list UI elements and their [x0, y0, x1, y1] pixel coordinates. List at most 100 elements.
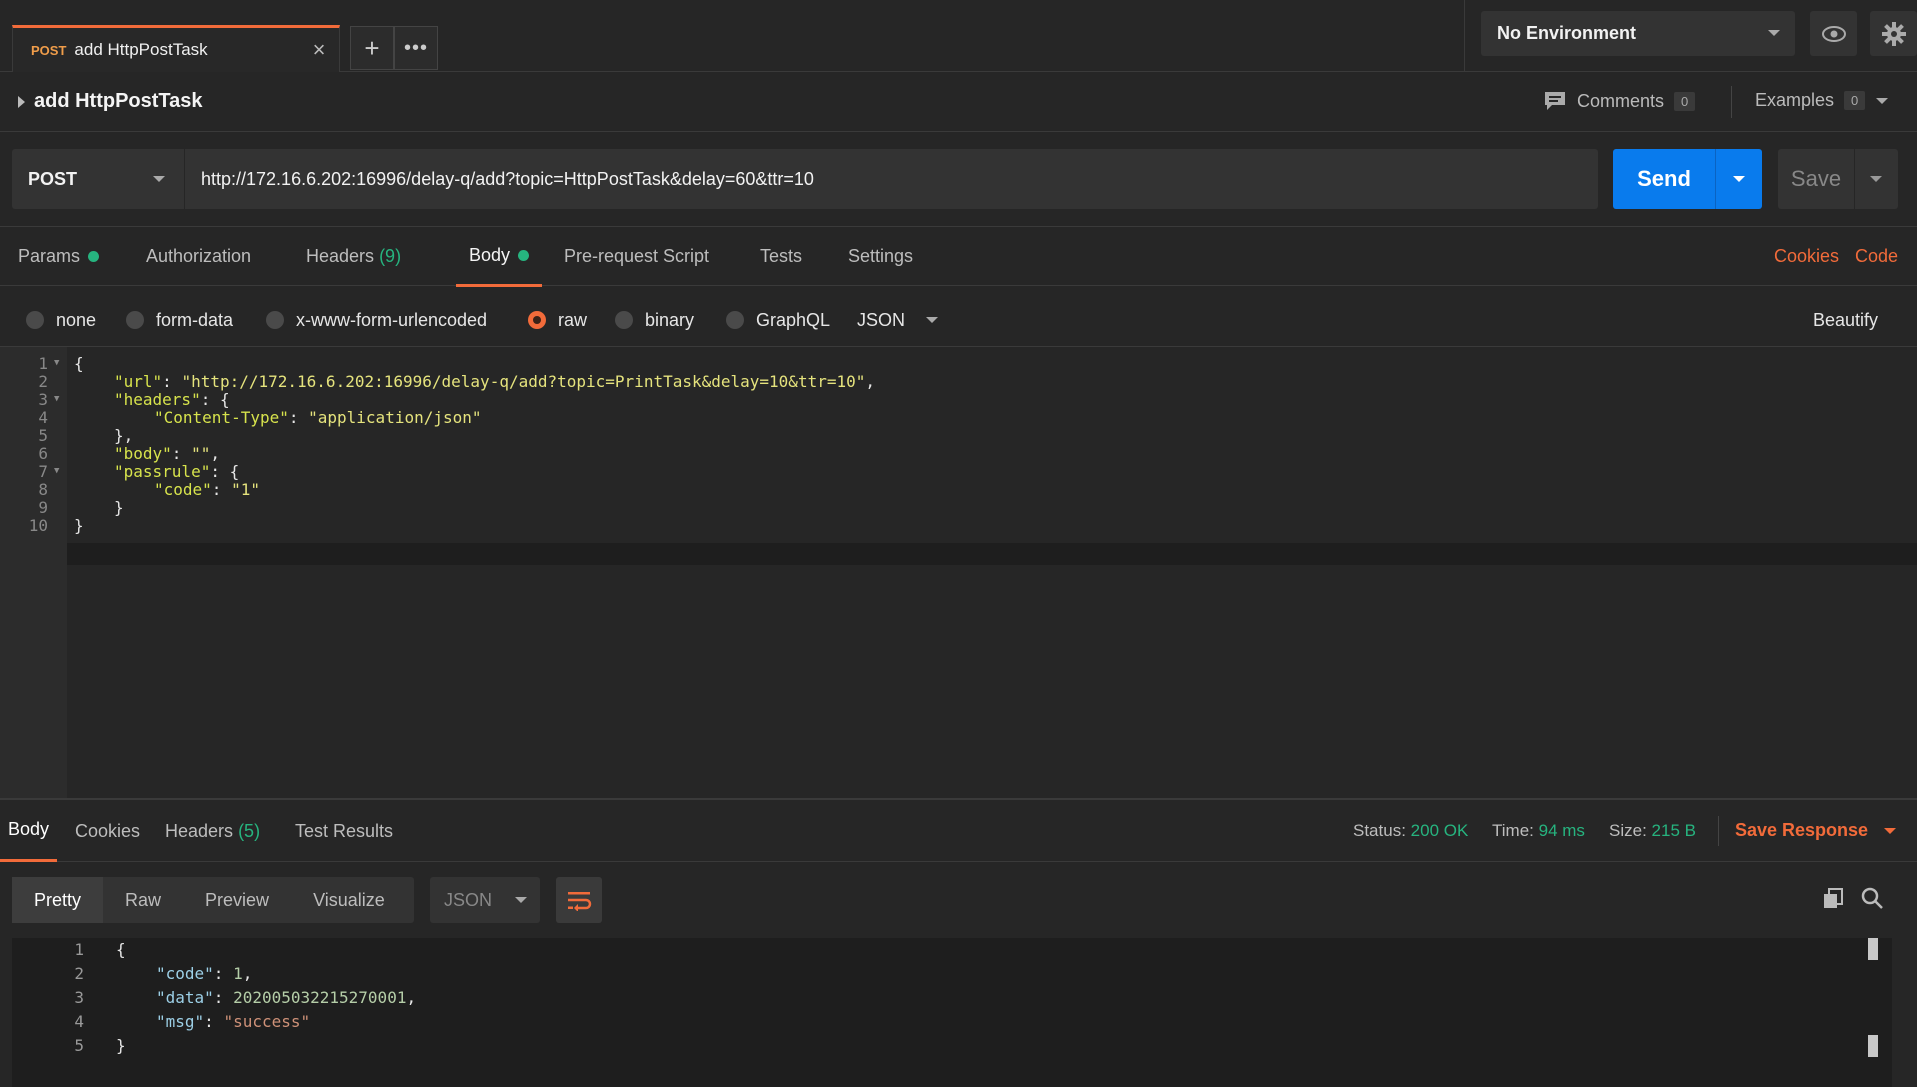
- view-visualize-button[interactable]: Visualize: [291, 877, 407, 923]
- request-tab[interactable]: POST add HttpPostTask ×: [12, 25, 340, 72]
- tab-authorization-label: Authorization: [146, 246, 252, 266]
- body-mode-form-data[interactable]: form-data: [126, 306, 233, 334]
- time-info: Time: 94 ms: [1492, 821, 1585, 841]
- response-body-viewer[interactable]: 1 {2 "code": 1, 3 "data": 202005032215270001…: [12, 938, 1892, 1087]
- line-number: 9: [38, 498, 48, 517]
- examples-label: Examples: [1755, 90, 1835, 110]
- status-info: Status: 200 OK: [1353, 821, 1468, 841]
- response-tab-headers[interactable]: Headers (5): [165, 800, 260, 862]
- tab-body[interactable]: Body: [456, 227, 543, 287]
- code-line: "body": "",: [114, 444, 220, 463]
- more-tabs-button[interactable]: •••: [394, 26, 438, 70]
- json-key: "code": [156, 964, 214, 983]
- response-tab-cookies[interactable]: Cookies: [75, 800, 140, 862]
- body-mode-graphql[interactable]: GraphQL: [726, 306, 830, 334]
- tab-body-label: Body: [469, 245, 511, 265]
- size-info: Size: 215 B: [1609, 821, 1696, 841]
- json-key: "headers": [114, 390, 201, 409]
- comments-label: Comments: [1577, 90, 1665, 111]
- tab-method: POST: [31, 42, 67, 58]
- raw-format-select[interactable]: JSON: [857, 306, 939, 334]
- tab-tests-label: Tests: [760, 246, 803, 266]
- tab-headers[interactable]: Headers (9): [306, 227, 401, 286]
- response-tab-headers-label: Headers: [165, 820, 234, 841]
- code-text: },: [114, 426, 134, 445]
- divider: [1731, 86, 1732, 118]
- code-line: }: [74, 516, 84, 535]
- json-punct: ,: [865, 372, 876, 391]
- status-value: 200 OK: [1410, 821, 1469, 840]
- copy-icon[interactable]: [1822, 887, 1844, 914]
- response-header-row: Body Cookies Headers (5) Test Results St…: [0, 798, 1917, 862]
- body-mode-raw[interactable]: raw: [528, 306, 587, 334]
- code-text: }: [74, 516, 84, 535]
- view-preview-button[interactable]: Preview: [183, 877, 291, 923]
- manage-environments-button[interactable]: [1870, 11, 1917, 56]
- request-title[interactable]: add HttpPostTask: [34, 90, 203, 113]
- response-tab-test-results[interactable]: Test Results: [295, 800, 393, 862]
- method-value: POST: [28, 168, 78, 189]
- response-format-select[interactable]: JSON: [430, 877, 540, 923]
- view-raw-button[interactable]: Raw: [103, 877, 183, 923]
- tab-tests[interactable]: Tests: [760, 227, 802, 286]
- save-response-button[interactable]: Save Response: [1735, 820, 1897, 841]
- examples-button[interactable]: Examples 0: [1755, 90, 1889, 111]
- view-pretty-button[interactable]: Pretty: [12, 877, 104, 923]
- radio-icon: [266, 311, 284, 329]
- url-value: http://172.16.6.202:16996/delay-q/add?to…: [201, 168, 814, 189]
- chevron-down-icon: [1884, 828, 1897, 834]
- response-tab-body[interactable]: Body: [0, 800, 58, 862]
- comments-button[interactable]: Comments 0: [1543, 90, 1696, 112]
- beautify-button[interactable]: Beautify: [1813, 306, 1878, 334]
- gear-icon: [1881, 21, 1906, 46]
- json-punct: ,: [210, 444, 220, 463]
- tab-params[interactable]: Params: [18, 227, 100, 286]
- line-number: 6: [38, 444, 48, 463]
- line-number: 1: [74, 940, 84, 959]
- search-icon[interactable]: [1860, 886, 1884, 915]
- chevron-down-icon[interactable]: [1732, 174, 1746, 184]
- environment-quick-look-button[interactable]: [1810, 11, 1857, 56]
- tab-params-label: Params: [18, 246, 81, 266]
- json-key: "data": [156, 988, 214, 1007]
- active-line: [67, 543, 1917, 565]
- examples-count: 0: [1844, 91, 1866, 110]
- body-mode-none[interactable]: none: [26, 306, 96, 334]
- code-line: },: [114, 426, 133, 445]
- status-dot: [518, 250, 530, 261]
- wrap-lines-button[interactable]: [556, 877, 602, 923]
- close-icon[interactable]: ×: [307, 38, 331, 62]
- fold-arrow-icon: ▼: [54, 358, 60, 368]
- tab-pre-request-script[interactable]: Pre-request Script: [564, 227, 709, 286]
- chevron-down-icon[interactable]: [1869, 174, 1883, 184]
- raw-format-value: JSON: [857, 309, 906, 330]
- scrollbar-marker[interactable]: [1868, 938, 1878, 960]
- json-punct: ,: [242, 964, 253, 983]
- json-punct: : {: [200, 390, 230, 409]
- new-tab-button[interactable]: +: [350, 26, 394, 70]
- request-name-row: add HttpPostTask Comments 0 Examples 0: [0, 72, 1917, 132]
- send-button[interactable]: Send: [1613, 149, 1762, 209]
- save-button[interactable]: Save: [1778, 149, 1898, 209]
- tab-authorization[interactable]: Authorization: [146, 227, 251, 286]
- line-number: 3: [38, 390, 48, 409]
- caret-right-icon[interactable]: [18, 96, 25, 108]
- tab-settings[interactable]: Settings: [848, 227, 913, 286]
- cookies-link[interactable]: Cookies: [1774, 227, 1839, 286]
- body-mode-binary[interactable]: binary: [615, 306, 694, 334]
- request-body-editor[interactable]: 1 ▼ {2 "url": "http://172.16.6.202:16996/de…: [0, 346, 1917, 799]
- fold-arrow-icon: ▼: [54, 394, 60, 404]
- code-text: }: [116, 1036, 126, 1055]
- body-mode-graphql-label: GraphQL: [756, 309, 831, 330]
- response-format-value: JSON: [444, 889, 493, 910]
- chevron-down-icon: [1768, 30, 1780, 36]
- json-colon: :: [204, 1012, 224, 1031]
- method-select[interactable]: POST: [12, 149, 184, 209]
- scrollbar-marker[interactable]: [1868, 1035, 1878, 1057]
- code-link[interactable]: Code: [1855, 227, 1898, 286]
- body-mode-urlencoded[interactable]: x-www-form-urlencoded: [266, 306, 487, 334]
- save-label: Save: [1790, 166, 1842, 191]
- url-input[interactable]: http://172.16.6.202:16996/delay-q/add?to…: [184, 149, 1598, 209]
- environment-select[interactable]: No Environment: [1481, 11, 1795, 56]
- line-number: 2: [38, 372, 48, 391]
